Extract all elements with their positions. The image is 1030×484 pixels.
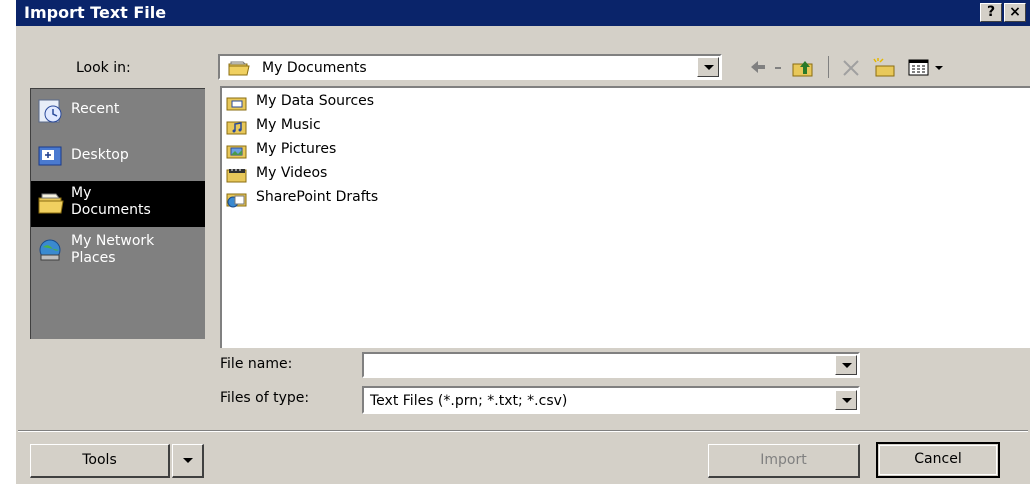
filename-label: File name: — [220, 356, 293, 372]
delete-icon[interactable] — [840, 58, 862, 78]
place-desktop[interactable]: Desktop — [31, 135, 205, 181]
place-label: Recent — [71, 101, 120, 117]
desktop-icon — [38, 146, 62, 166]
cancel-button[interactable]: Cancel — [876, 442, 1000, 478]
place-label: My Network Places — [71, 233, 155, 266]
my-documents-icon — [228, 61, 250, 76]
my-documents-icon — [38, 193, 64, 214]
filename-dropdown-button[interactable] — [835, 355, 857, 375]
filename-input[interactable] — [362, 352, 860, 378]
toolbar-divider — [828, 56, 829, 78]
filetype-label: Files of type: — [220, 390, 310, 406]
close-button[interactable]: × — [1004, 3, 1026, 22]
place-recent[interactable]: Recent — [31, 89, 205, 135]
videos-folder-icon — [226, 169, 247, 183]
file-label: My Data Sources — [256, 93, 375, 109]
help-button[interactable]: ? — [980, 3, 1002, 22]
bottom-separator — [18, 430, 1028, 432]
up-one-level-icon[interactable] — [792, 58, 816, 78]
file-label: SharePoint Drafts — [256, 189, 379, 205]
dialog-title: Import Text File — [24, 3, 167, 22]
back-dropdown-icon[interactable] — [773, 64, 783, 72]
lookin-value: My Documents — [262, 60, 367, 76]
tools-label: Tools — [82, 452, 117, 468]
views-icon[interactable] — [908, 58, 930, 78]
pictures-folder-icon — [226, 145, 247, 159]
sharepoint-drafts-icon — [226, 193, 247, 208]
file-label: My Music — [256, 117, 321, 133]
lookin-select[interactable]: My Documents — [218, 54, 722, 80]
tools-button[interactable]: Tools — [30, 444, 170, 478]
cancel-label: Cancel — [914, 451, 962, 467]
place-label: Desktop — [71, 147, 129, 163]
filetype-dropdown-button[interactable] — [835, 390, 857, 410]
import-text-file-dialog: Import Text File ? × Look in: My Documen… — [14, 0, 1030, 484]
lookin-dropdown-button[interactable] — [697, 57, 719, 77]
data-sources-icon — [226, 97, 247, 111]
title-bar[interactable]: Import Text File ? × — [16, 0, 1030, 26]
file-list[interactable]: My Data Sources My Music My Pictures My … — [220, 86, 1030, 348]
import-button[interactable]: Import — [708, 444, 860, 478]
views-dropdown-icon[interactable] — [934, 64, 944, 72]
network-places-icon — [39, 239, 61, 261]
places-bar: Recent Desktop My Documents My Network P… — [30, 88, 205, 339]
lookin-label: Look in: — [76, 60, 131, 76]
filetype-select[interactable]: Text Files (*.prn; *.txt; *.csv) — [362, 386, 860, 414]
new-folder-icon[interactable] — [872, 58, 898, 78]
filetype-value: Text Files (*.prn; *.txt; *.csv) — [370, 393, 568, 409]
import-label: Import — [760, 452, 807, 468]
recent-icon — [38, 99, 62, 123]
chevron-down-icon — [182, 458, 193, 463]
place-label: My Documents — [71, 185, 151, 218]
tools-dropdown-button[interactable] — [172, 444, 204, 478]
file-label: My Videos — [256, 165, 328, 181]
back-icon[interactable] — [748, 58, 768, 76]
place-my-documents[interactable]: My Documents — [31, 181, 205, 227]
place-network[interactable]: My Network Places — [31, 229, 205, 283]
file-label: My Pictures — [256, 141, 337, 157]
music-folder-icon — [226, 121, 247, 135]
